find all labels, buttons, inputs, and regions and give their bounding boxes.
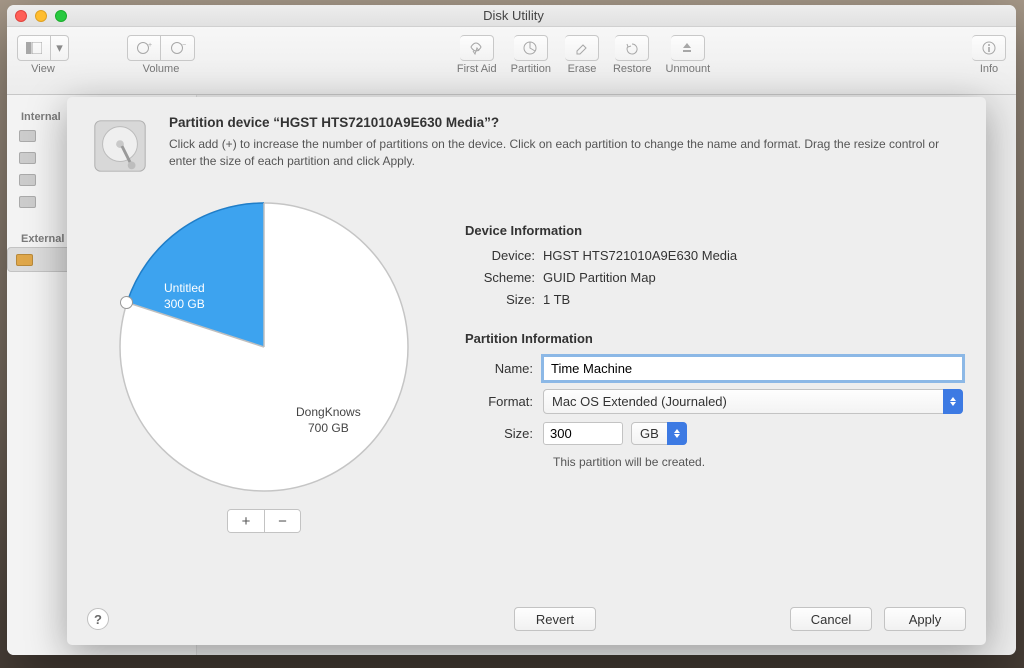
format-label: Format: [465,394,543,409]
zoom-window-icon[interactable] [55,10,67,22]
partition-add-remove: + − [227,509,301,533]
cancel-button[interactable]: Cancel [790,607,872,631]
partition-note: This partition will be created. [553,455,964,469]
partition-pie-chart[interactable]: Untitled300 GB DongKnows700 GB [114,197,414,497]
disk-icon [19,152,36,164]
pie-slice-label: DongKnows700 GB [296,405,361,436]
size-value: 1 TB [543,292,570,307]
toolbar-label: Volume [143,63,180,75]
volume-remove-button[interactable]: − [161,35,195,61]
disk-icon [16,254,33,266]
scheme-label: Scheme: [465,270,543,285]
restore-button[interactable] [615,35,649,61]
name-label: Name: [465,361,543,376]
erase-button[interactable] [565,35,599,61]
close-window-icon[interactable] [15,10,27,22]
minimize-window-icon[interactable] [35,10,47,22]
disk-icon [19,130,36,142]
chevron-updown-icon [667,422,687,445]
pie-resize-handle[interactable] [120,296,133,309]
device-value: HGST HTS721010A9E630 Media [543,248,737,263]
size-label: Size: [465,292,543,307]
svg-text:−: − [182,42,186,49]
disk-icon [19,174,36,186]
chevron-updown-icon [943,389,963,414]
format-select[interactable]: Mac OS Extended (Journaled) [543,389,963,414]
volume-add-button[interactable]: + [127,35,161,61]
partition-sheet: Partition device “HGST HTS721010A9E630 M… [67,97,986,645]
help-button[interactable]: ? [87,608,109,630]
window-title: Disk Utility [67,8,960,23]
partition-info-heading: Partition Information [465,331,964,346]
toolbar-label: First Aid [457,63,497,75]
remove-partition-button[interactable]: − [264,510,300,532]
sheet-description: Click add (+) to increase the number of … [169,136,964,171]
size-unit-value: GB [640,426,659,441]
add-partition-button[interactable]: + [228,510,264,532]
info-button[interactable] [972,35,1006,61]
device-label: Device: [465,248,543,263]
toolbar-label: Restore [613,63,652,75]
first-aid-button[interactable] [460,35,494,61]
view-mode-button[interactable] [17,35,51,61]
sheet-title: Partition device “HGST HTS721010A9E630 M… [169,115,964,130]
psize-label: Size: [465,426,543,441]
toolbar-label: Unmount [666,63,711,75]
scheme-value: GUID Partition Map [543,270,656,285]
view-dropdown-button[interactable]: ▾ [51,35,69,61]
partition-name-input[interactable] [543,356,963,381]
hard-drive-icon [89,115,151,177]
partition-size-input[interactable] [543,422,623,445]
pie-slice-label: Untitled300 GB [164,281,205,312]
size-unit-select[interactable]: GB [631,422,687,445]
revert-button[interactable]: Revert [514,607,596,631]
toolbar-label: Erase [568,63,597,75]
unmount-button[interactable] [671,35,705,61]
toolbar-label: View [31,63,55,75]
titlebar: Disk Utility [7,5,1016,27]
toolbar-label: Info [980,63,998,75]
device-info-heading: Device Information [465,223,964,238]
partition-button[interactable] [514,35,548,61]
apply-button[interactable]: Apply [884,607,966,631]
disk-utility-window: Disk Utility ▾ View + − Volume [7,5,1016,655]
format-value: Mac OS Extended (Journaled) [552,394,727,409]
toolbar-label: Partition [511,63,551,75]
toolbar: ▾ View + − Volume First Aid [7,27,1016,95]
svg-text:+: + [148,42,152,49]
disk-icon [19,196,36,208]
